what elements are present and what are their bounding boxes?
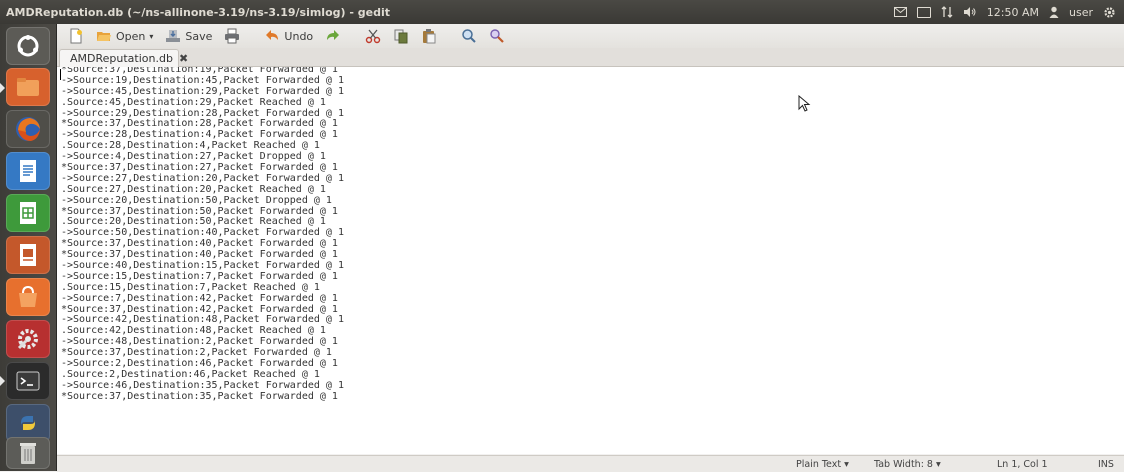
calc-icon	[20, 202, 36, 224]
search-icon	[462, 29, 476, 43]
top-panel: AMDReputation.db (~/ns-allinone-3.19/ns-…	[0, 0, 1124, 24]
terminal-icon	[16, 371, 40, 391]
software-center-launcher[interactable]	[6, 278, 50, 316]
trash-launcher[interactable]	[6, 437, 50, 469]
clipboard-icon	[423, 29, 436, 44]
open-label: Open	[116, 29, 146, 43]
active-window-indicator	[0, 83, 5, 93]
terminal-launcher[interactable]	[6, 362, 50, 400]
settings-icon	[17, 329, 38, 350]
software-center-icon	[19, 285, 37, 307]
tab-label: AMDReputation.db	[70, 52, 173, 65]
gear-icon[interactable]	[1103, 6, 1116, 19]
search-button[interactable]	[458, 26, 480, 46]
new-document-icon	[70, 28, 82, 44]
undo-label: Undo	[284, 29, 314, 43]
files-launcher[interactable]	[6, 68, 50, 106]
chevron-down-icon[interactable]: ▾	[149, 32, 153, 41]
editor-line: *Source:37,Destination:35,Packet Forward…	[61, 390, 338, 402]
copy-button[interactable]	[390, 26, 412, 46]
cursor-position: Ln 1, Col 1	[997, 459, 1048, 470]
close-tab-icon[interactable]: ✖	[179, 52, 188, 65]
window-title: AMDReputation.db (~/ns-allinone-3.19/ns-…	[6, 5, 390, 19]
save-label: Save	[185, 29, 213, 43]
language-selector[interactable]: Plain Text ▾	[796, 459, 849, 470]
indicator-area: 12:50 AM user	[893, 6, 1124, 19]
document-tab-bar: AMDReputation.db ✖	[57, 48, 1124, 67]
mail-icon[interactable]	[893, 7, 907, 17]
insert-mode: INS	[1098, 459, 1114, 470]
toolbar: Open ▾ Save Undo	[57, 24, 1124, 48]
print-button[interactable]	[221, 26, 243, 46]
editor-line: .Source:45,Destination:29,Packet Reached…	[61, 96, 326, 108]
search-replace-icon	[490, 29, 504, 43]
scissors-icon	[365, 29, 381, 44]
impress-icon	[20, 244, 36, 266]
settings-launcher[interactable]	[6, 320, 50, 358]
trash-icon	[20, 443, 36, 464]
firefox-launcher[interactable]	[6, 110, 50, 148]
writer-icon	[20, 160, 36, 182]
undo-arrow-icon	[266, 30, 279, 40]
text-editor-area[interactable]: *Source:37,Destination:19,Packet Forward…	[57, 67, 1124, 454]
status-bar: Plain Text ▾ Tab Width: 8 ▾ Ln 1, Col 1 …	[57, 455, 1124, 472]
writer-launcher[interactable]	[6, 152, 50, 190]
impress-launcher[interactable]	[6, 236, 50, 274]
cut-button[interactable]	[362, 26, 384, 46]
paste-button[interactable]	[418, 26, 440, 46]
folder-open-icon	[97, 32, 111, 41]
user-name[interactable]: user	[1069, 6, 1093, 19]
undo-button[interactable]: Undo	[261, 26, 316, 46]
keyboard-icon[interactable]	[916, 6, 931, 18]
copy-icon	[394, 29, 408, 44]
user-icon	[1049, 6, 1059, 18]
tab-width-selector[interactable]: Tab Width: 8 ▾	[874, 459, 941, 470]
launcher	[0, 24, 57, 471]
save-icon	[166, 30, 181, 42]
redo-arrow-icon	[327, 30, 340, 40]
save-button[interactable]: Save	[162, 26, 215, 46]
editor-text: *Source:37,Destination:19,Packet Forward…	[61, 67, 344, 403]
dash-home-icon	[17, 35, 39, 57]
volume-icon[interactable]	[963, 6, 977, 18]
search-replace-button[interactable]	[486, 26, 508, 46]
redo-button[interactable]	[322, 26, 344, 46]
tab-amdreputation-db[interactable]: AMDReputation.db ✖	[59, 49, 188, 67]
mouse-pointer-icon	[798, 95, 811, 112]
printer-icon	[225, 28, 240, 44]
dash-home-button[interactable]	[6, 27, 50, 65]
text-cursor	[60, 69, 61, 80]
clock[interactable]: 12:50 AM	[987, 6, 1039, 19]
active-window-indicator	[0, 376, 5, 386]
open-button[interactable]: Open ▾	[93, 26, 156, 46]
firefox-icon	[16, 117, 40, 141]
network-icon[interactable]	[941, 6, 953, 18]
calc-launcher[interactable]	[6, 194, 50, 232]
new-document-button[interactable]	[65, 26, 87, 46]
files-folder-icon	[17, 78, 39, 96]
editor-line: ->Source:7,Destination:42,Packet Forward…	[61, 292, 338, 304]
editor-line: ->Source:20,Destination:50,Packet Droppe…	[61, 194, 332, 206]
python-icon	[21, 416, 35, 430]
